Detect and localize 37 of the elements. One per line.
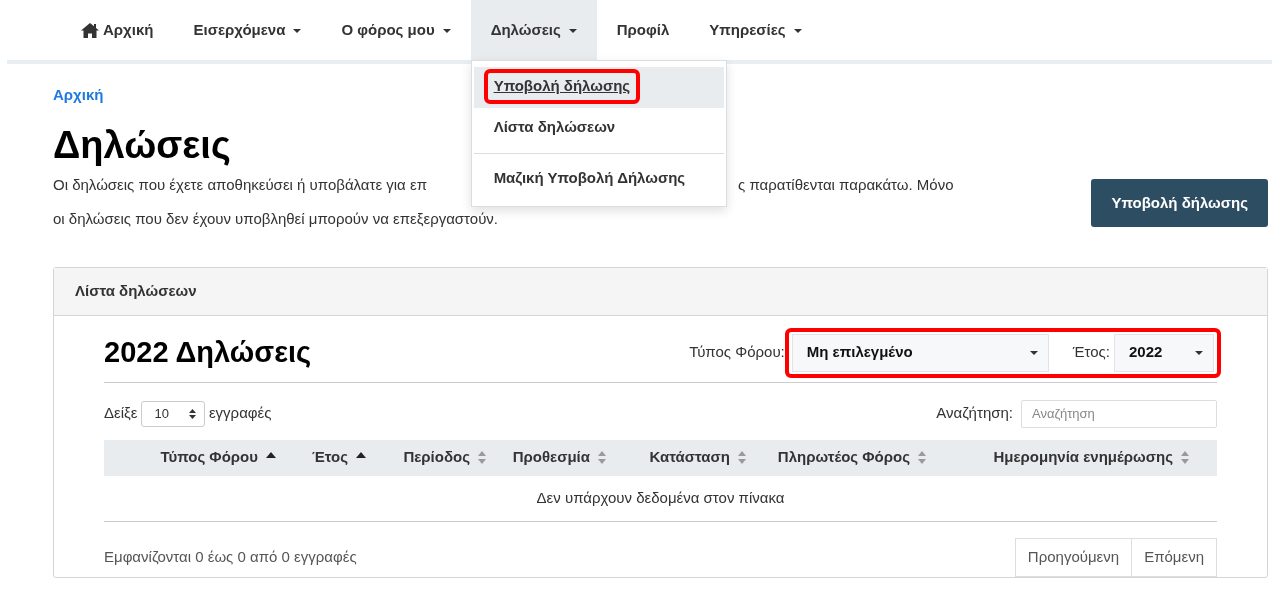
card-header: Λίστα δηλώσεων <box>54 268 1267 316</box>
empty-message: Δεν υπάρχουν δεδομένα στον πίνακα <box>104 475 1217 523</box>
tax-type-select[interactable]: Μη επιλεγμένο <box>791 333 1049 372</box>
column-header[interactable]: Προθεσμία <box>494 446 614 469</box>
submit-declaration-button[interactable]: Υποβολή δήλωσης <box>1091 178 1268 227</box>
breadcrumb-link[interactable]: Αρχική <box>53 86 104 103</box>
page-length-select[interactable]: 10 <box>141 400 205 427</box>
nav-link[interactable]: Ο φόρος μου <box>321 0 471 60</box>
column-header[interactable]: Περίοδος <box>374 446 494 469</box>
description-text: οι δηλώσεις που δεν έχουν υποβληθεί μπορούν να επεξεργαστούν. <box>53 210 499 228</box>
column-header[interactable]: Κατάσταση <box>614 446 754 469</box>
description-text: ς παρατίθενται παρακάτω. Μόνο <box>738 175 954 196</box>
column-header[interactable]: Έτος <box>284 446 374 469</box>
column-header[interactable]: Ημερομηνία ενημέρωσης <box>934 446 1197 469</box>
page-title: Δηλώσεις <box>53 122 231 168</box>
menu-item[interactable]: Υποβολή δήλωσης <box>473 67 724 108</box>
tax-type-label: Τύπος Φόρου: <box>689 342 785 363</box>
search-label: Αναζήτηση: <box>936 403 1013 424</box>
nav-link[interactable]: Υπηρεσίες <box>689 0 822 60</box>
search-field[interactable]: Αναζήτηση <box>1021 399 1217 428</box>
nav-link[interactable]: Δηλώσεις <box>470 0 597 60</box>
table-info: Εμφανίζονται 0 έως 0 από 0 εγγραφές <box>104 547 357 568</box>
column-header[interactable]: Πληρωτέος Φόρος <box>754 446 934 469</box>
column-header[interactable]: Τύπος Φόρου <box>104 446 284 469</box>
menu-item[interactable]: Λίστα δηλώσεων <box>473 107 724 148</box>
nav-link[interactable]: Προφίλ <box>596 0 690 60</box>
year-select[interactable]: 2022 <box>1114 333 1214 372</box>
length-label: Δείξε <box>104 403 138 424</box>
home-icon <box>81 22 99 38</box>
menu-item[interactable]: Μαζική Υποβολή Δήλωσης <box>473 153 724 200</box>
section-heading: 2022 Δηλώσεις <box>104 335 312 370</box>
description-text: Οι δηλώσεις που έχετε αποθηκεύσει ή υποβάλατε για επ <box>53 176 427 194</box>
sort-arrows-icon <box>188 408 196 419</box>
nav-link[interactable]: Εισερχόμενα <box>173 0 322 60</box>
nav-link[interactable]: Αρχική <box>69 0 174 60</box>
length-label: εγγραφές <box>208 403 272 424</box>
year-label: Έτος: <box>1072 342 1110 363</box>
